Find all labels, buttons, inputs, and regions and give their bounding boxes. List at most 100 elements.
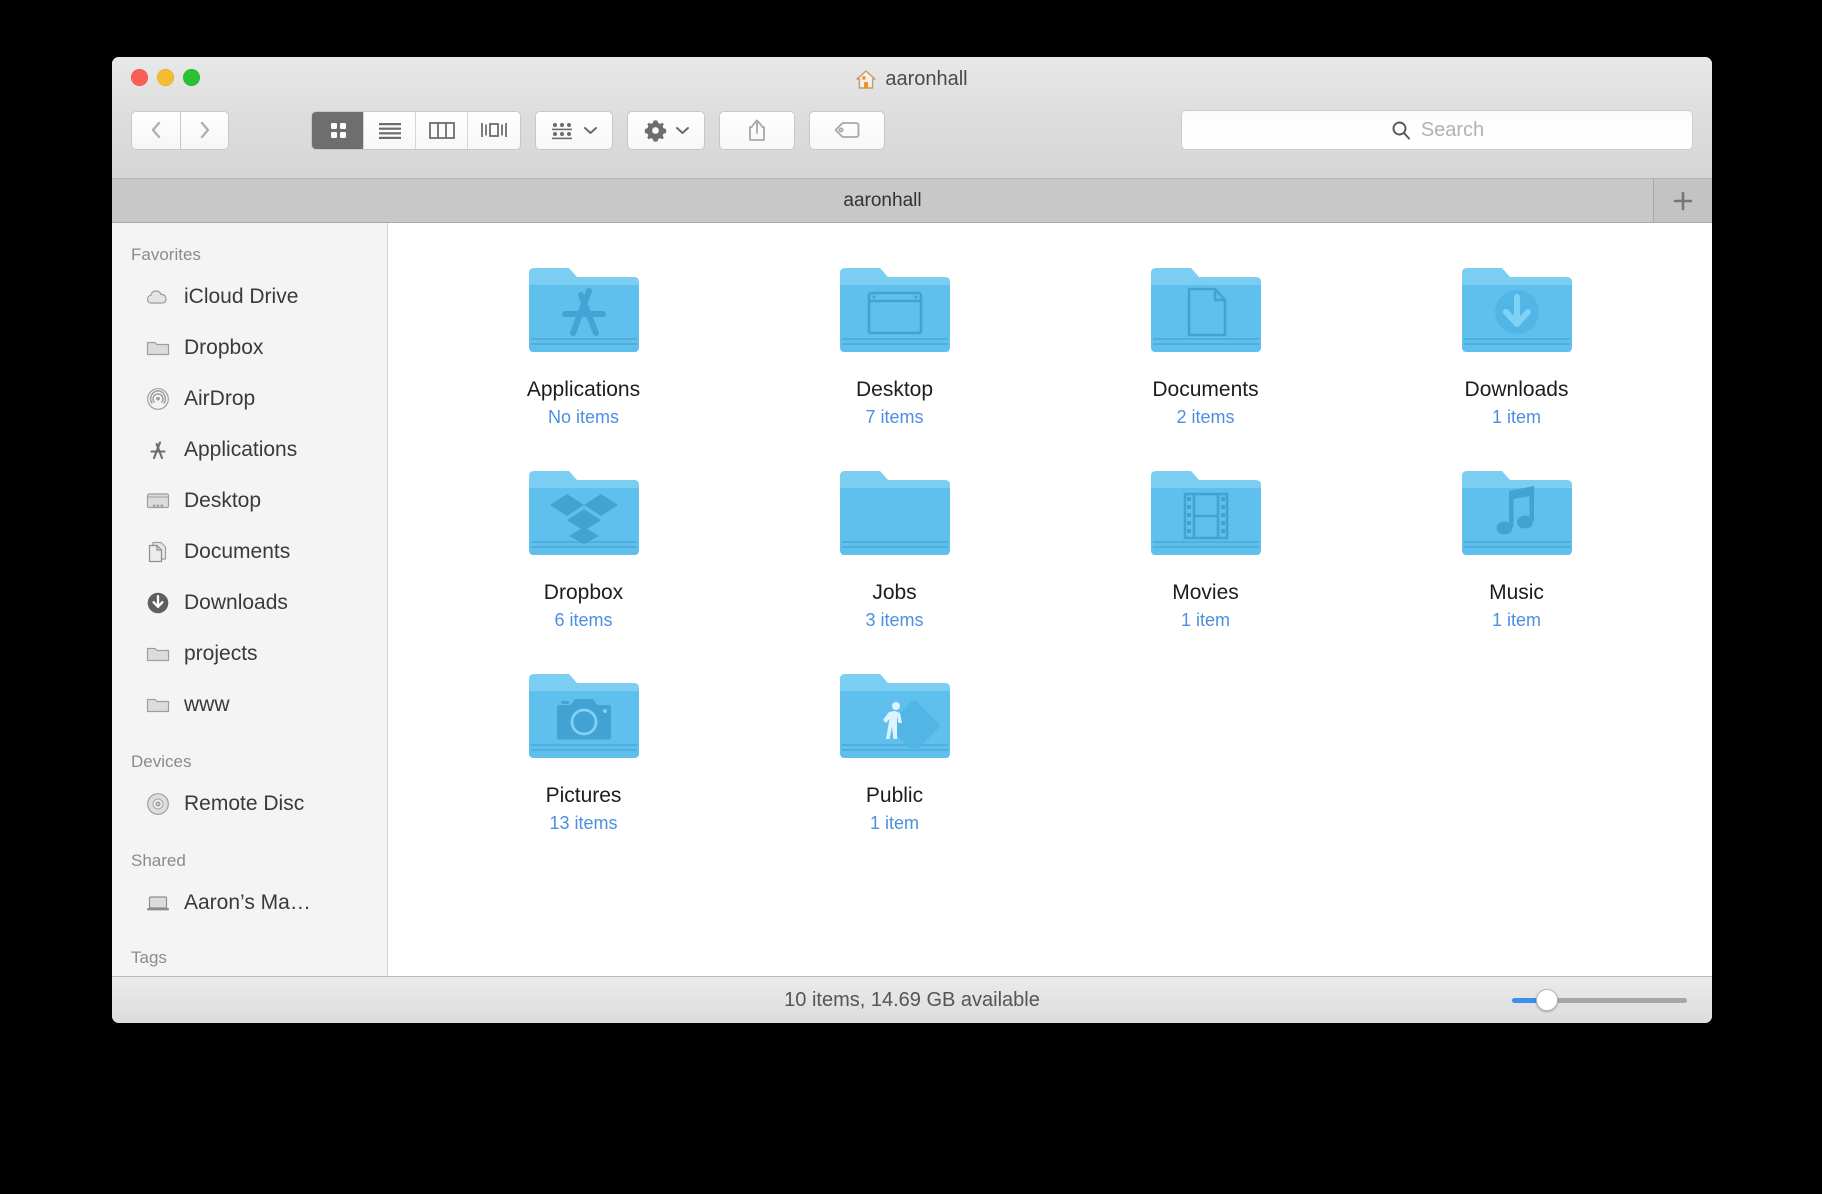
grid-item[interactable]: Jobs 3 items (739, 458, 1050, 631)
grid-item-count: 1 item (1180, 610, 1231, 630)
airdrop-icon (147, 387, 169, 410)
grid-item-count: 1 item (1491, 407, 1542, 427)
back-button[interactable] (131, 110, 180, 150)
share-button[interactable] (719, 110, 795, 150)
grid-item-name: Public (865, 784, 924, 807)
grid-item[interactable]: Desktop 7 items (739, 255, 1050, 428)
icon-size-slider[interactable] (1512, 989, 1687, 1011)
grid-item[interactable]: Movies 1 item (1050, 458, 1361, 631)
folder-documents-icon (1150, 268, 1261, 352)
sidebar-item-remote-disc[interactable]: Remote Disc (112, 778, 387, 829)
folder-public-icon (839, 674, 950, 758)
grid-item-name: Music (1489, 581, 1544, 604)
sidebar-item-label: AirDrop (184, 386, 256, 410)
folder-icon (146, 647, 170, 661)
forward-button[interactable] (180, 110, 229, 150)
arrange-button[interactable] (535, 110, 613, 150)
grid-item-count: 3 items (865, 610, 924, 630)
sidebar-item-icloud-drive[interactable]: iCloud Drive (112, 271, 387, 322)
sidebar-item-label: www (184, 692, 230, 716)
tag-icon (834, 122, 860, 138)
sidebar-item-airdrop[interactable]: AirDrop (112, 373, 387, 424)
sidebar-item-downloads[interactable]: Downloads (112, 577, 387, 628)
grid-item-count: 13 items (549, 813, 618, 833)
grid-item-name: Dropbox (543, 581, 624, 604)
sidebar: Favorites iCloud Drive Dropbox AirDrop A… (112, 223, 388, 976)
sidebar-section-favorites-header: Favorites (131, 245, 201, 264)
sidebar-item-label: Aaron’s Ma… (184, 890, 311, 914)
grid-item[interactable]: Music 1 item (1361, 458, 1672, 631)
action-menu-button[interactable] (627, 110, 705, 150)
grid-item-name: Downloads (1464, 378, 1569, 401)
plus-icon (1673, 191, 1693, 210)
folder-movies-icon (1150, 471, 1261, 555)
arrange-grid-icon (552, 123, 572, 140)
sidebar-item-projects[interactable]: projects (112, 628, 387, 679)
grid-item-name: Movies (1172, 581, 1239, 604)
grid-item-name: Documents (1152, 378, 1259, 401)
sidebar-item-label: Applications (184, 437, 298, 461)
disc-icon (147, 792, 169, 815)
tab-label: aaronhall (843, 189, 922, 211)
grid-item[interactable]: Downloads 1 item (1361, 255, 1672, 428)
title-bar: aaronhall Search (112, 57, 1712, 179)
window-body: Favorites iCloud Drive Dropbox AirDrop A… (112, 223, 1712, 976)
grid-item-count: 1 item (1491, 610, 1542, 630)
folder-grid: Applications No items Desktop 7 items Do… (388, 241, 1712, 834)
folder-desktop-icon (839, 268, 950, 352)
laptop-icon (147, 895, 169, 910)
sidebar-item-www[interactable]: www (112, 679, 387, 730)
tab-aaronhall[interactable]: aaronhall (112, 179, 1654, 222)
applications-icon (150, 440, 166, 459)
sidebar-item-label: projects (184, 641, 258, 665)
file-grid-view[interactable]: Applications No items Desktop 7 items Do… (388, 223, 1712, 976)
grid-item-count: 6 items (554, 610, 613, 630)
search-placeholder: Search (1420, 118, 1485, 141)
home-icon (856, 70, 877, 89)
sidebar-item-documents[interactable]: Documents (112, 526, 387, 577)
coverflow-view-button[interactable] (468, 111, 520, 149)
column-view-button[interactable] (416, 111, 468, 149)
grid-item[interactable]: Public 1 item (739, 661, 1050, 834)
grid-item[interactable]: Dropbox 6 items (428, 458, 739, 631)
grid-icon (330, 123, 346, 138)
search-field[interactable]: Search (1181, 110, 1693, 150)
sidebar-item-label: iCloud Drive (184, 284, 299, 308)
sidebar-item-desktop[interactable]: Desktop (112, 475, 387, 526)
slider-knob[interactable] (1536, 989, 1558, 1011)
grid-item-name: Jobs (872, 581, 917, 604)
folder-applications-icon (528, 268, 639, 352)
folder-downloads-icon (1461, 268, 1572, 352)
sidebar-item-label: Documents (184, 539, 291, 563)
sidebar-section-tags-header: Tags (131, 948, 167, 967)
search-icon (1392, 121, 1410, 140)
grid-item[interactable]: Documents 2 items (1050, 255, 1361, 428)
grid-item-count: 2 items (1176, 407, 1235, 427)
grid-item[interactable]: Pictures 13 items (428, 661, 739, 834)
icon-view-button[interactable] (312, 111, 364, 149)
navigation-buttons (131, 110, 229, 150)
tab-bar: aaronhall (112, 179, 1712, 223)
folder-icon (146, 341, 170, 355)
sidebar-item-dropbox[interactable]: Dropbox (112, 322, 387, 373)
chevron-down-icon (675, 127, 689, 134)
grid-item-count: 1 item (869, 813, 920, 833)
columns-icon (428, 122, 455, 139)
downloads-icon (147, 592, 169, 613)
gear-icon (644, 119, 666, 142)
tag-button[interactable] (809, 110, 885, 150)
sidebar-item-applications[interactable]: Applications (112, 424, 387, 475)
grid-item-count: No items (547, 407, 619, 427)
view-mode-segmented-control[interactable] (311, 110, 521, 150)
list-icon (378, 123, 401, 139)
sidebar-item-label: Remote Disc (184, 791, 305, 815)
grid-item[interactable]: Applications No items (428, 255, 739, 428)
folder-plain-icon (839, 471, 950, 555)
grid-item-count: 7 items (865, 407, 924, 427)
finder-window: aaronhall Search aaronhall Favorites iCl… (112, 57, 1712, 1023)
list-view-button[interactable] (364, 111, 416, 149)
sidebar-item-aarons-mac[interactable]: Aaron’s Ma… (112, 877, 387, 928)
grid-item-name: Applications (526, 378, 641, 401)
new-tab-button[interactable] (1654, 179, 1712, 222)
share-icon (749, 119, 765, 141)
